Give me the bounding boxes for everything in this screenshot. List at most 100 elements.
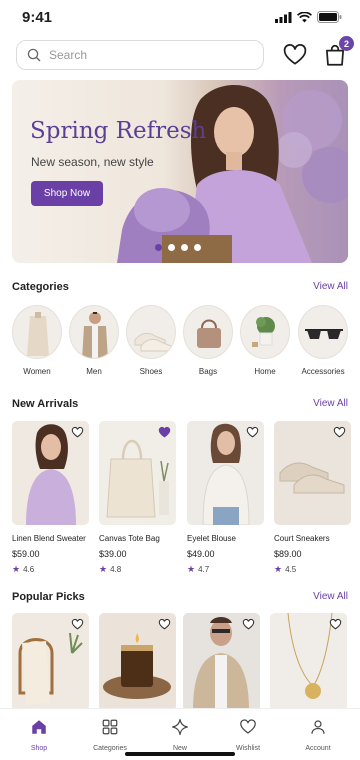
category-image — [298, 305, 348, 359]
product-card[interactable]: Linen Blend Sweater $59.00 ★ 4.6 — [12, 421, 89, 575]
carousel-dot[interactable] — [155, 244, 162, 251]
product-price: $49.00 — [187, 549, 215, 559]
shop-now-button[interactable]: Shop Now — [31, 181, 103, 206]
product-image — [12, 421, 89, 525]
category-image — [12, 305, 62, 359]
category-image — [183, 305, 233, 359]
favorite-outline-icon[interactable] — [71, 426, 84, 439]
product-card[interactable]: Canvas Tote Bag $39.00 ★ 4.8 — [99, 421, 176, 575]
category-label: Bags — [198, 367, 218, 376]
nav-item-wishlist[interactable]: Wishlist — [218, 718, 278, 752]
category-women[interactable]: Women — [12, 305, 62, 376]
category-image — [69, 305, 119, 359]
hero-banner[interactable]: Spring Refresh New season, new style Sho… — [12, 80, 348, 263]
product-image — [99, 421, 176, 525]
popular-picks-heading: Popular Picks — [12, 591, 85, 603]
nav-label: Categories — [93, 745, 127, 752]
nav-item-account[interactable]: Account — [288, 718, 348, 752]
category-label: Men — [86, 367, 102, 376]
home-icon — [32, 720, 46, 734]
carousel-dots — [155, 244, 201, 251]
new-arrivals-view-all-link[interactable]: View All — [313, 398, 348, 409]
nav-item-shop[interactable]: Shop — [9, 718, 69, 752]
product-rating: ★ 4.7 — [187, 564, 264, 575]
category-accessories[interactable]: Accessories — [298, 305, 348, 376]
favorite-outline-icon[interactable] — [71, 618, 84, 631]
search-input[interactable]: Search — [16, 40, 264, 70]
grid-icon — [102, 719, 118, 735]
rating-value: 4.7 — [198, 565, 210, 574]
pick-card[interactable] — [12, 613, 89, 711]
nav-item-new[interactable]: New — [150, 718, 210, 752]
favorite-outline-icon[interactable] — [158, 618, 171, 631]
hero-image — [117, 85, 348, 263]
product-name: Court Sneakers — [274, 534, 330, 543]
heart-icon — [283, 44, 307, 65]
favorite-outline-icon[interactable] — [242, 618, 255, 631]
category-label: Accessories — [301, 367, 345, 376]
product-card[interactable]: Eyelet Blouse $49.00 ★ 4.7 — [187, 421, 264, 575]
nav-item-categories[interactable]: Categories — [80, 718, 140, 752]
rating-value: 4.8 — [110, 565, 122, 574]
top-bar: Search 2 — [16, 36, 354, 70]
user-icon — [311, 720, 325, 734]
favorite-filled-icon[interactable] — [158, 426, 171, 439]
product-rating: ★ 4.8 — [99, 564, 176, 575]
star-icon: ★ — [187, 564, 196, 574]
categories-view-all-link[interactable]: View All — [313, 281, 348, 292]
pick-card[interactable] — [183, 613, 260, 711]
favorite-outline-icon[interactable] — [246, 426, 259, 439]
rating-value: 4.5 — [285, 565, 297, 574]
carousel-dot[interactable] — [181, 244, 188, 251]
product-name: Canvas Tote Bag — [99, 534, 160, 543]
category-label: Women — [23, 367, 51, 376]
category-shoes[interactable]: Shoes — [126, 305, 176, 376]
carousel-dot[interactable] — [168, 244, 175, 251]
home-indicator — [125, 752, 235, 756]
product-rating: ★ 4.6 — [12, 564, 89, 575]
category-home[interactable]: Home — [240, 305, 290, 376]
nav-label: Wishlist — [235, 745, 261, 752]
product-price: $59.00 — [12, 549, 40, 559]
status-time: 9:41 — [22, 9, 53, 26]
sparkle-icon — [171, 718, 189, 736]
carousel-dot[interactable] — [194, 244, 201, 251]
search-icon — [27, 48, 41, 62]
status-bar: 9:41 — [0, 0, 360, 34]
star-icon: ★ — [274, 564, 283, 574]
pick-card[interactable] — [99, 613, 176, 711]
wishlist-button[interactable] — [282, 42, 308, 68]
battery-icon — [317, 11, 342, 23]
product-card[interactable]: Court Sneakers $89.00 ★ 4.5 — [274, 421, 351, 575]
popular-picks-header: Popular Picks View All — [12, 591, 348, 607]
hero-subtitle: New season, new style — [31, 155, 154, 169]
nav-label: Shop — [30, 745, 48, 752]
product-price: $39.00 — [99, 549, 127, 559]
favorite-outline-icon[interactable] — [333, 426, 346, 439]
product-price: $89.00 — [274, 549, 302, 559]
new-arrivals-header: New Arrivals View All — [12, 398, 348, 414]
category-image — [240, 305, 290, 359]
popular-picks-view-all-link[interactable]: View All — [313, 591, 348, 602]
heart-icon — [240, 719, 256, 734]
cart-count-badge: 2 — [339, 36, 354, 51]
nav-label: New — [172, 745, 187, 752]
search-placeholder: Search — [49, 48, 88, 62]
favorite-outline-icon[interactable] — [329, 618, 342, 631]
category-men[interactable]: Men — [69, 305, 119, 376]
categories-header: Categories View All — [12, 281, 348, 297]
categories-row: Women Men Shoes Bags Home Accessories — [12, 305, 348, 380]
system-icons — [275, 11, 342, 23]
category-label: Home — [254, 367, 276, 376]
product-name: Linen Blend Sweater — [12, 534, 86, 543]
new-arrivals-heading: New Arrivals — [12, 398, 79, 410]
wifi-icon — [297, 11, 312, 22]
product-name: Eyelet Blouse — [187, 534, 236, 543]
pick-card[interactable] — [270, 613, 347, 711]
category-bags[interactable]: Bags — [183, 305, 233, 376]
hero-title: Spring Refresh — [30, 118, 207, 144]
product-image — [187, 421, 264, 525]
product-image — [274, 421, 351, 525]
categories-heading: Categories — [12, 281, 69, 293]
cart-button[interactable]: 2 — [322, 36, 354, 68]
